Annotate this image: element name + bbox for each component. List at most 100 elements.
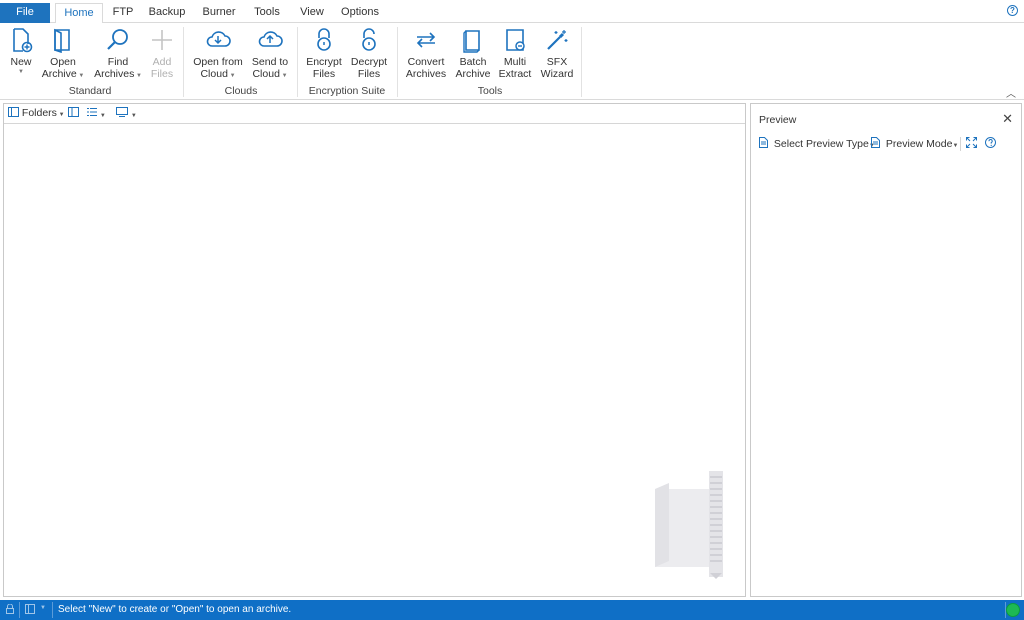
- preview-pane: Preview ✕ Select Preview Type▼ Preview M…: [750, 103, 1022, 597]
- add-files-label-2: Files: [150, 68, 174, 80]
- send-to-cloud-label-1: Send to: [251, 56, 289, 68]
- multi-extract-icon: [506, 29, 525, 51]
- status-indicator: [1006, 603, 1020, 617]
- new-button[interactable]: New ▼: [4, 27, 38, 76]
- multi-extract-button[interactable]: Multi Extract: [496, 27, 534, 80]
- convert-archives-label-1: Convert: [407, 56, 445, 68]
- folder-toolbar: Folders ▼ ▼ ▼: [4, 104, 745, 124]
- chevron-down-icon: ▼: [99, 113, 106, 119]
- batch-archive-label-2: Archive: [455, 68, 491, 80]
- decrypt-files-label-1: Decrypt: [350, 56, 388, 68]
- encrypt-files-button[interactable]: Encrypt Files: [304, 27, 344, 80]
- new-button-label: New: [10, 56, 32, 68]
- fullscreen-button[interactable]: [966, 137, 977, 152]
- multi-extract-label-1: Multi: [503, 56, 527, 68]
- multi-extract-label-2: Extract: [498, 68, 532, 80]
- magic-wand-icon: [547, 30, 568, 50]
- archive-watermark-icon: [655, 471, 723, 579]
- document-icon: [871, 137, 880, 148]
- batch-archive-button[interactable]: Batch Archive: [452, 27, 494, 80]
- open-from-cloud-button[interactable]: Open from Cloud ▼: [190, 27, 246, 82]
- lock-icon: [317, 28, 331, 51]
- encrypt-files-label-2: Files: [312, 68, 336, 80]
- unlock-icon: [362, 28, 376, 51]
- new-document-icon: [13, 28, 33, 53]
- chevron-down-icon: ▼: [134, 73, 142, 79]
- expand-icon: [966, 137, 977, 148]
- send-to-cloud-button[interactable]: Send to Cloud ▼: [248, 27, 292, 82]
- open-archive-button[interactable]: Open Archive ▼: [40, 27, 86, 82]
- status-separator: [19, 602, 20, 618]
- preview-mode-label: Preview Mode: [885, 138, 953, 150]
- open-archive-icon: [54, 28, 70, 53]
- group-label-encryption: Encryption Suite: [308, 85, 386, 97]
- status-separator: [52, 602, 53, 618]
- group-separator: [297, 27, 298, 97]
- cloud-upload-icon: [258, 31, 283, 47]
- find-archives-label-1: Find: [107, 56, 129, 68]
- list-view-icon: [87, 108, 97, 116]
- tab-burner[interactable]: Burner: [196, 3, 242, 23]
- plus-icon: [152, 30, 172, 50]
- convert-arrows-icon: [416, 32, 436, 48]
- open-archive-label-1: Open: [50, 56, 76, 68]
- group-label-clouds: Clouds: [224, 85, 258, 97]
- lock-icon: [6, 604, 14, 614]
- decrypt-files-button[interactable]: Decrypt Files: [348, 27, 390, 80]
- status-message: Select "New" to create or "Open" to open…: [58, 604, 292, 615]
- folders-button[interactable]: Folders ▼: [8, 107, 65, 119]
- layout-pane-icon: [68, 107, 79, 117]
- chevron-down-icon: ▼: [227, 73, 236, 79]
- chevron-down-icon[interactable]: ▼: [40, 605, 46, 611]
- find-archives-button[interactable]: Find Archives ▼: [92, 27, 144, 82]
- open-from-cloud-label-2: Cloud: [200, 68, 228, 80]
- tab-tools[interactable]: Tools: [248, 3, 286, 23]
- preview-mode-button[interactable]: Preview Mode▼: [871, 137, 958, 153]
- preview-help-button[interactable]: [985, 137, 996, 152]
- ribbon: New ▼ Open Archive ▼ Find Archives ▼ Add…: [0, 23, 1024, 100]
- view-list-button[interactable]: ▼: [86, 107, 106, 120]
- add-files-button[interactable]: Add Files: [146, 27, 178, 80]
- folders-label: Folders: [21, 107, 57, 119]
- convert-archives-label-2: Archives: [405, 68, 447, 80]
- open-archive-label-2: Archive: [41, 68, 77, 80]
- group-label-standard: Standard: [68, 85, 112, 97]
- decrypt-files-label-2: Files: [357, 68, 381, 80]
- tab-file[interactable]: File: [0, 3, 50, 23]
- find-archives-label-2: Archives: [94, 68, 135, 80]
- tab-home[interactable]: Home: [55, 3, 103, 24]
- sfx-wizard-button[interactable]: SFX Wizard: [538, 27, 576, 80]
- group-separator: [581, 27, 582, 97]
- tab-options[interactable]: Options: [336, 3, 384, 23]
- document-icon: [759, 137, 768, 148]
- ribbon-tab-bar: File Home FTP Backup Burner Tools View O…: [0, 0, 1024, 24]
- archive-content-pane: Folders ▼ ▼ ▼: [3, 103, 746, 597]
- tab-backup[interactable]: Backup: [144, 3, 190, 23]
- encrypt-files-label-1: Encrypt: [306, 56, 342, 68]
- group-separator: [397, 27, 398, 97]
- chevron-down-icon: ▼: [952, 143, 959, 149]
- chevron-down-icon: ▼: [18, 69, 24, 75]
- tab-view[interactable]: View: [294, 3, 330, 23]
- toolbar-separator: [960, 137, 961, 151]
- close-icon[interactable]: ✕: [1002, 111, 1013, 127]
- preview-toolbar: Select Preview Type▼ Preview Mode▼: [759, 137, 1009, 153]
- layout-pane-icon: [25, 604, 35, 614]
- send-to-cloud-label-2: Cloud: [252, 68, 280, 80]
- chevron-down-icon: ▼: [76, 73, 85, 79]
- tab-ftp[interactable]: FTP: [106, 3, 140, 23]
- help-icon: [985, 137, 996, 148]
- monitor-icon: [116, 107, 128, 117]
- sfx-wizard-label-1: SFX: [546, 56, 568, 68]
- cloud-download-icon: [206, 31, 231, 47]
- folder-pane-icon: [8, 107, 19, 117]
- open-from-cloud-label-1: Open from: [193, 56, 243, 68]
- collapse-ribbon-icon[interactable]: ︿: [1006, 85, 1016, 100]
- select-preview-type-button[interactable]: Select Preview Type▼: [759, 137, 875, 153]
- group-label-tools: Tools: [477, 85, 503, 97]
- convert-archives-button[interactable]: Convert Archives: [404, 27, 448, 80]
- help-icon[interactable]: ?: [1007, 5, 1018, 16]
- layout-pane-button[interactable]: [68, 107, 79, 120]
- batch-archive-icon: [463, 30, 480, 53]
- preview-toggle-button[interactable]: ▼: [116, 107, 137, 120]
